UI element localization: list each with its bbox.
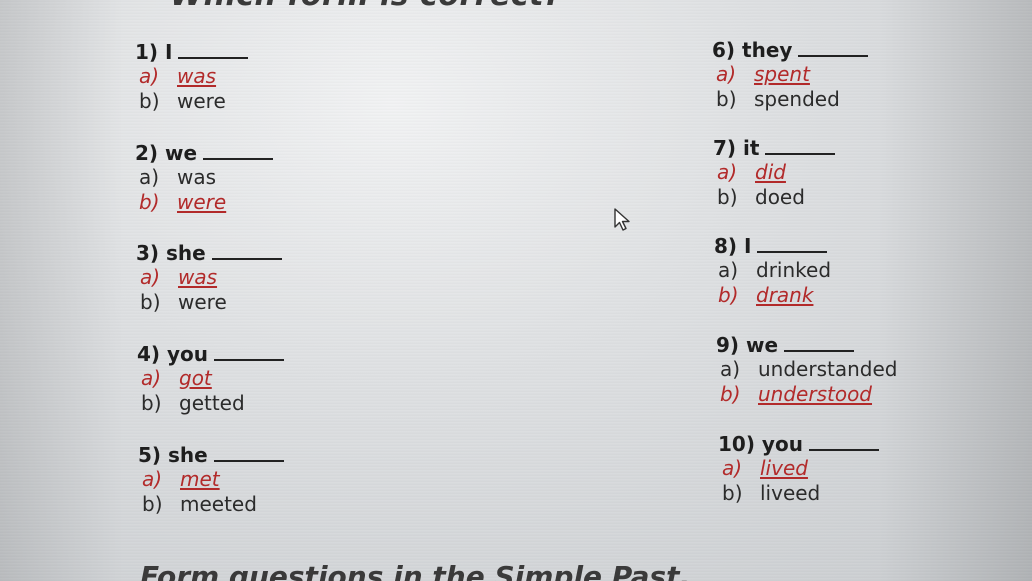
question-6: 6) they a) spent b) spended	[712, 38, 869, 112]
question-title: 10) you	[718, 432, 803, 456]
question-8: 8) I a) drinked b) drank	[714, 234, 831, 308]
answer-blank	[203, 142, 274, 160]
question-5: 5) she a) met b) meeted	[138, 443, 284, 517]
option-a: a) got	[141, 366, 212, 390]
option-b: b) liveed	[722, 481, 821, 505]
answer-blank	[213, 444, 284, 462]
answer-blank	[798, 39, 869, 57]
option-a: a) lived	[722, 456, 808, 480]
answer-blank	[178, 41, 249, 59]
question-7: 7) it a) did b) doed	[713, 136, 836, 210]
question-title: 5) she	[138, 443, 208, 467]
question-3: 3) she a) was b) were	[136, 241, 282, 315]
question-10: 10) you a) lived b) liveed	[718, 432, 879, 506]
question-2: 2) we a) was b) were	[135, 141, 274, 215]
option-a: a) was	[139, 165, 217, 189]
answer-blank	[808, 433, 879, 451]
option-a: a) spent	[716, 62, 810, 86]
option-b: b) understood	[720, 382, 873, 406]
option-a: a) was	[139, 64, 217, 88]
question-title: 6) they	[712, 38, 793, 62]
option-b: b) getted	[141, 391, 245, 415]
answer-blank	[214, 343, 285, 361]
question-9: 9) we a) understanded b) understood	[716, 333, 897, 407]
option-b: b) were	[139, 89, 226, 113]
question-title: 9) we	[716, 333, 779, 357]
question-title: 8) I	[714, 234, 752, 258]
option-a: a) drinked	[718, 258, 832, 282]
answer-blank	[211, 242, 282, 260]
section-footer: Form questions in the Simple Past.	[140, 560, 691, 581]
option-a: a) understanded	[720, 357, 898, 381]
question-4: 4) you a) got b) getted	[137, 342, 285, 416]
question-title: 3) she	[136, 241, 206, 265]
option-b: b) spended	[716, 87, 840, 111]
answer-blank	[765, 137, 836, 155]
answer-blank	[784, 334, 855, 352]
option-a: a) did	[717, 160, 786, 184]
question-title: 1) I	[135, 40, 173, 64]
option-b: b) doed	[717, 185, 805, 209]
option-b: b) drank	[718, 283, 814, 307]
option-b: b) meeted	[142, 492, 257, 516]
question-title: 4) you	[137, 342, 209, 366]
question-1: 1) I a) was b) were	[135, 40, 249, 114]
option-a: a) met	[142, 467, 220, 491]
mouse-pointer-icon	[614, 208, 630, 231]
option-b: b) were	[139, 190, 227, 214]
section-heading: Which form is correct?	[170, 0, 562, 13]
option-a: a) was	[140, 265, 218, 289]
question-title: 7) it	[713, 136, 760, 160]
question-title: 2) we	[135, 141, 198, 165]
option-b: b) were	[140, 290, 227, 314]
answer-blank	[757, 235, 828, 253]
